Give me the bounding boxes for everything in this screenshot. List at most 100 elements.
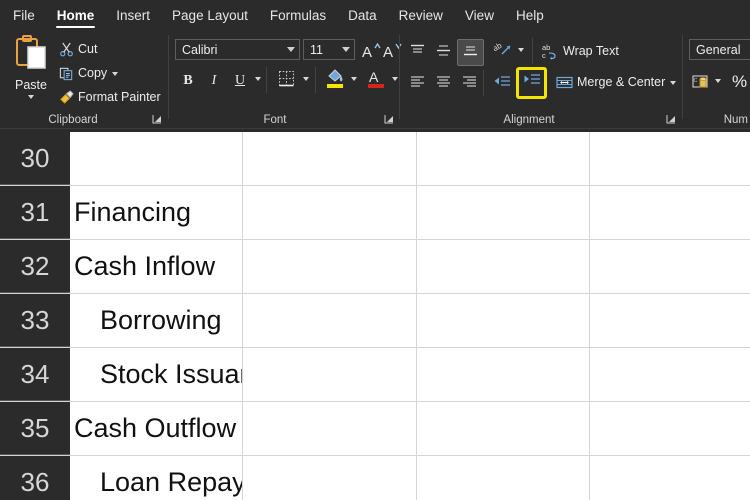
cell-a36[interactable]: Loan Repayment [70, 456, 243, 500]
copy-button[interactable]: Copy [56, 64, 121, 83]
middle-align-icon [435, 42, 452, 64]
decrease-indent-button[interactable] [489, 72, 515, 97]
italic-button[interactable]: I [202, 69, 226, 93]
row-header-30[interactable]: 30 [0, 132, 70, 185]
borders-chevron-down-icon[interactable] [303, 77, 309, 81]
table-row: 34 Stock Issuance [0, 348, 750, 402]
tab-home-label: Home [56, 8, 95, 23]
cell-b34[interactable] [243, 348, 417, 401]
alignment-dialog-launcher[interactable] [665, 113, 677, 125]
tab-data[interactable]: Data [337, 0, 388, 31]
cell-c30[interactable] [417, 132, 590, 185]
cell-d32[interactable] [590, 240, 750, 293]
cell-d31[interactable] [590, 186, 750, 239]
cell-a35[interactable]: Cash Outflow [70, 402, 243, 455]
row-header-35[interactable]: 35 [0, 402, 70, 455]
top-align-button[interactable] [405, 40, 430, 65]
cell-a30[interactable] [70, 132, 243, 185]
fill-color-chevron-down-icon[interactable] [351, 77, 357, 81]
align-left-button[interactable] [405, 72, 430, 97]
cell-c35[interactable] [417, 402, 590, 455]
font-color-chevron-down-icon[interactable] [392, 77, 398, 81]
cell-c31[interactable] [417, 186, 590, 239]
font-separator-2 [315, 67, 316, 93]
cell-a32[interactable]: Cash Inflow [70, 240, 243, 293]
borders-button[interactable] [273, 69, 299, 93]
fill-color-button[interactable] [322, 67, 348, 95]
font-name-combo[interactable]: Calibri [175, 39, 300, 60]
cell-b33[interactable] [243, 294, 417, 347]
align-center-button[interactable] [431, 72, 456, 97]
row-header-31[interactable]: 31 [0, 186, 70, 239]
bottom-align-button[interactable] [457, 39, 484, 66]
bold-button[interactable]: B [176, 69, 200, 93]
number-format-combo[interactable]: General [689, 39, 750, 60]
cell-a33[interactable]: Borrowing [70, 294, 243, 347]
format-painter-button[interactable]: Format Painter [56, 88, 164, 107]
tab-view[interactable]: View [454, 0, 505, 31]
cell-d35[interactable] [590, 402, 750, 455]
row-header-36[interactable]: 36 [0, 456, 70, 500]
accounting-chevron-down-icon[interactable] [715, 79, 721, 83]
row-header-32[interactable]: 32 [0, 240, 70, 293]
italic-icon: I [211, 73, 217, 88]
font-name-chevron-down-icon[interactable] [287, 47, 295, 52]
cell-d34[interactable] [590, 348, 750, 401]
increase-indent-button[interactable] [516, 67, 547, 99]
tab-help[interactable]: Help [505, 0, 555, 31]
cell-c34[interactable] [417, 348, 590, 401]
cell-d33[interactable] [590, 294, 750, 347]
merge-and-center-chevron-down-icon[interactable] [670, 80, 677, 85]
row-header-33[interactable]: 33 [0, 294, 70, 347]
font-size-combo[interactable]: 11 [303, 39, 355, 60]
cut-button[interactable]: Cut [56, 40, 100, 59]
orientation-chevron-down-icon[interactable] [518, 48, 524, 52]
cell-a31[interactable]: Financing [70, 186, 243, 239]
borders-dropdown[interactable] [300, 75, 312, 83]
cell-a34[interactable]: Stock Issuance [70, 348, 243, 401]
tab-file[interactable]: File [0, 0, 46, 31]
paste-chevron-down-icon[interactable] [28, 95, 34, 99]
cell-c33[interactable] [417, 294, 590, 347]
merge-and-center-button[interactable]: Merge & Center [553, 73, 679, 92]
cell-b31[interactable] [243, 186, 417, 239]
cell-b32[interactable] [243, 240, 417, 293]
cell-c36[interactable] [417, 456, 590, 500]
tab-insert[interactable]: Insert [105, 0, 161, 31]
orientation-dropdown[interactable] [515, 46, 527, 54]
spreadsheet-grid[interactable]: 30 31 Financing 32 Cash Inflow 33 Borrow… [0, 132, 750, 500]
copy-chevron-down-icon[interactable] [112, 71, 119, 76]
tab-home[interactable]: Home [46, 0, 106, 31]
align-right-button[interactable] [457, 72, 482, 97]
underline-dropdown[interactable] [252, 75, 264, 83]
wrap-text-button[interactable]: ab c Wrap Text [539, 41, 622, 62]
paste-button[interactable]: Paste [8, 35, 54, 119]
increase-font-size-icon: A [362, 41, 382, 61]
orientation-button[interactable]: ab [491, 40, 515, 65]
cell-d36[interactable] [590, 456, 750, 500]
merge-and-center-label: Merge & Center [577, 75, 666, 90]
cell-b36[interactable] [243, 456, 417, 500]
underline-chevron-down-icon[interactable] [255, 77, 261, 81]
accounting-format-button[interactable]: C [688, 71, 712, 96]
percent-style-button[interactable]: % [729, 71, 750, 92]
underline-button[interactable]: U [228, 69, 252, 93]
fill-color-dropdown[interactable] [348, 75, 360, 83]
cell-d30[interactable] [590, 132, 750, 185]
font-dialog-launcher[interactable] [383, 113, 395, 125]
tab-page-layout[interactable]: Page Layout [161, 0, 259, 31]
font-size-chevron-down-icon[interactable] [342, 47, 350, 52]
ribbon-group-number: General C % Num [684, 31, 750, 128]
number-group-label: Num [723, 114, 748, 126]
top-align-icon [409, 42, 426, 64]
accounting-format-dropdown[interactable] [712, 77, 724, 85]
cell-b30[interactable] [243, 132, 417, 185]
clipboard-dialog-launcher[interactable] [151, 113, 163, 125]
tab-formulas[interactable]: Formulas [259, 0, 337, 31]
tab-review[interactable]: Review [388, 0, 454, 31]
row-header-34[interactable]: 34 [0, 348, 70, 401]
cell-b35[interactable] [243, 402, 417, 455]
middle-align-button[interactable] [431, 40, 456, 65]
cell-c32[interactable] [417, 240, 590, 293]
font-color-button[interactable]: A [363, 67, 389, 95]
